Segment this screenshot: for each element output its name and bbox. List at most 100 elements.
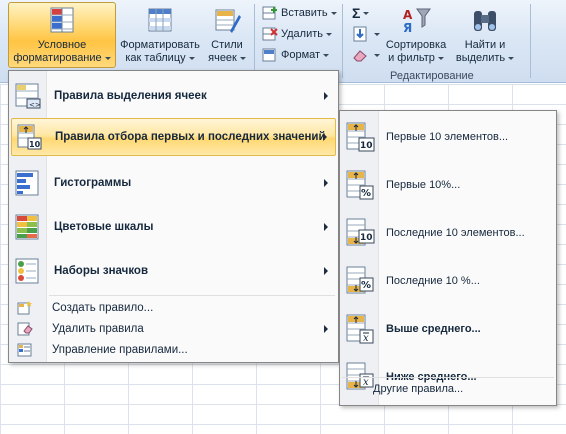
menu-item-color-scales[interactable]: Цветовые шкалы (11, 207, 336, 247)
fill-button[interactable] (352, 24, 380, 44)
bottom-percent-icon: % (346, 266, 374, 294)
chevron-down-icon (508, 56, 515, 60)
chevron-down-icon (363, 11, 370, 15)
menu-item-icon-sets[interactable]: Наборы значков (11, 251, 336, 291)
delete-cells-icon (262, 27, 278, 41)
menu-item-label: Создать правило... (52, 302, 154, 314)
menu-item-label: Гистограммы (54, 177, 132, 189)
svg-text:x: x (363, 377, 369, 388)
insert-label: Вставить (281, 7, 328, 19)
menu-item-label: Управление правилами... (52, 344, 188, 356)
submenu-arrow-icon (324, 179, 328, 187)
editing-group-label: Редактирование (390, 70, 474, 82)
format-cells-icon (262, 48, 276, 62)
chevron-down-icon (323, 53, 330, 57)
submenu-item-bottom-10-percent[interactable]: % Последние 10 %... (342, 258, 554, 304)
menu-item-top-bottom-rules[interactable]: 10 Правила отбора первых и последних зна… (11, 118, 336, 156)
insert-cells-icon (262, 6, 277, 20)
submenu-arrow-icon (324, 223, 328, 231)
eraser-icon (353, 50, 367, 62)
menu-item-new-rule[interactable]: Создать правило... (11, 298, 336, 318)
chevron-down-icon (437, 56, 444, 60)
chevron-down-icon (104, 56, 111, 60)
clear-button[interactable] (352, 45, 380, 65)
sort-filter-label-1: Сортировка (385, 39, 447, 51)
chevron-down-icon (326, 32, 332, 36)
color-scales-icon (15, 214, 39, 240)
menu-item-manage-rules[interactable]: Управление правилами... (11, 340, 336, 360)
chevron-down-icon (374, 32, 380, 36)
manage-rules-icon (17, 343, 32, 357)
find-select-label-1: Найти и (464, 39, 506, 51)
highlight-rules-icon: <> (15, 83, 41, 109)
menu-item-label: Удалить правила (52, 323, 144, 335)
sort-filter-button[interactable]: A Я Сортировка и фильтр (384, 2, 448, 68)
menu-item-label: Цветовые шкалы (54, 221, 154, 233)
menu-item-label: Наборы значков (54, 265, 149, 277)
submenu-item-more-rules[interactable]: Другие правила... (373, 383, 463, 395)
submenu-item-bottom-10-items[interactable]: 10 Последние 10 элементов... (342, 210, 554, 256)
format-as-table-button[interactable]: Форматировать как таблицу (118, 2, 202, 68)
insert-button[interactable]: Вставить (262, 3, 337, 23)
top-10-icon: 10 (346, 122, 375, 152)
svg-text:%: % (361, 280, 371, 291)
submenu-item-top-10-items[interactable]: 10 Первые 10 элементов... (342, 114, 554, 160)
find-select-label-2: выделить (453, 52, 517, 65)
svg-text:10: 10 (29, 140, 41, 149)
chevron-down-icon (188, 56, 195, 60)
menu-item-clear-rules[interactable]: Удалить правила (11, 319, 336, 339)
submenu-item-top-10-percent[interactable]: % Первые 10%... (342, 162, 554, 208)
menu-item-label: Правила выделения ячеек (54, 90, 207, 102)
svg-text:x: x (363, 333, 369, 344)
svg-text:A: A (403, 8, 413, 22)
submenu-item-above-average[interactable]: x Выше среднего... (342, 306, 554, 352)
cond-format-label-1: Условное (37, 39, 87, 51)
cell-styles-label-1: Стили (211, 39, 243, 51)
submenu-item-label: Первые 10 элементов... (386, 131, 509, 143)
format-button[interactable]: Формат (262, 45, 330, 65)
chevron-down-icon (374, 53, 380, 57)
submenu-arrow-icon (324, 267, 328, 275)
menu-separator (49, 295, 335, 296)
top-percent-icon: % (346, 170, 374, 200)
submenu-item-label: Выше среднего... (386, 323, 481, 335)
bottom-10-icon: 10 (346, 218, 375, 246)
chevron-down-icon (330, 11, 337, 15)
cond-format-label-2: форматирование (9, 52, 115, 65)
chevron-down-icon (239, 56, 246, 60)
submenu-arrow-icon (323, 133, 327, 141)
format-label: Формат (281, 49, 321, 61)
format-table-label-2: как таблицу (119, 52, 201, 65)
top-bottom-rules-icon: 10 (17, 124, 42, 150)
submenu-item-label: Первые 10%... (386, 179, 461, 191)
svg-text:%: % (361, 188, 371, 199)
svg-text:10: 10 (360, 233, 373, 243)
new-rule-icon (17, 301, 32, 315)
menu-item-data-bars[interactable]: Гистограммы (11, 163, 336, 203)
format-table-label-1: Форматировать (120, 39, 200, 51)
delete-button[interactable]: Удалить (262, 24, 332, 44)
ribbon-separator (530, 4, 531, 78)
menu-item-label: Правила отбора первых и последних значен… (55, 131, 326, 143)
svg-text:<>: <> (29, 101, 41, 109)
sort-filter-label-2: и фильтр (385, 52, 447, 65)
clear-rules-icon (17, 322, 33, 336)
data-bars-icon (15, 170, 39, 196)
delete-label: Удалить (281, 28, 323, 40)
conditional-formatting-button[interactable]: Условное форматирование (8, 2, 116, 68)
cell-styles-icon (215, 9, 241, 33)
cell-styles-label-2: ячеек (205, 52, 249, 65)
top-bottom-rules-submenu: 10 Первые 10 элементов... % Первые 10%..… (339, 110, 557, 406)
svg-text:Я: Я (403, 21, 412, 35)
cell-styles-button[interactable]: Стили ячеек (204, 2, 250, 68)
submenu-separator (342, 377, 554, 378)
autosum-button[interactable]: Σ (352, 3, 370, 23)
submenu-item-label: Последние 10 элементов... (386, 227, 525, 239)
find-select-button[interactable]: Найти и выделить (452, 2, 518, 68)
sort-filter-icon: A Я (403, 8, 431, 35)
conditional-formatting-menu: <> Правила выделения ячеек 10 Правила от… (8, 70, 339, 363)
submenu-arrow-icon (324, 325, 328, 333)
menu-item-highlight-rules[interactable]: <> Правила выделения ячеек (11, 76, 336, 116)
fill-down-icon (353, 26, 367, 42)
submenu-item-label: Последние 10 %... (386, 275, 480, 287)
